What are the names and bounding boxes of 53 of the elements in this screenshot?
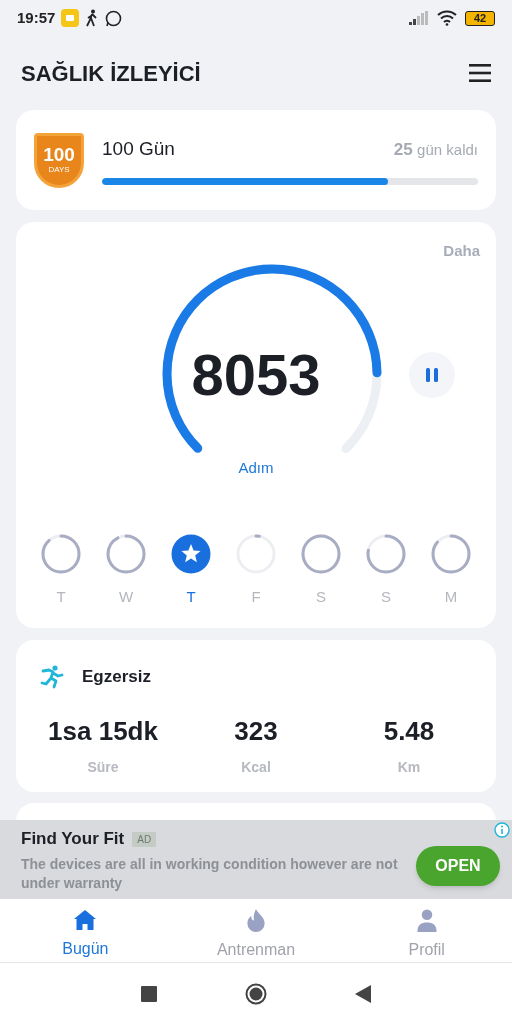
nav-tab[interactable]: Profil: [341, 899, 512, 962]
clock-time: 19:57: [17, 7, 56, 28]
challenge-card[interactable]: 100 DAYS 100 Gün 25 gün kaldı: [16, 110, 496, 210]
person-icon: [415, 909, 438, 932]
signal-icon: [409, 11, 429, 25]
pause-icon: [426, 368, 438, 382]
stat-value: 323: [234, 714, 278, 748]
recents-button[interactable]: [141, 985, 157, 1002]
ad-description: The devices are all in working condition however are not under warranty: [21, 854, 399, 893]
info-icon[interactable]: [494, 822, 510, 838]
stat-value: 1sa 15dk: [48, 714, 158, 748]
day-progress-ring[interactable]: [106, 534, 146, 574]
menu-icon[interactable]: [469, 64, 491, 82]
ad-tag: AD: [132, 831, 157, 847]
day-label: M: [444, 587, 458, 607]
day-progress-ring[interactable]: [431, 534, 471, 574]
ad-title: Find Your Fit: [21, 828, 125, 851]
nav-tab[interactable]: Antrenman: [170, 899, 342, 962]
chat-app-icon: [105, 9, 123, 27]
day-progress-ring[interactable]: [366, 534, 406, 574]
stat-value: 5.48: [383, 714, 435, 748]
exercise-title: Egzersiz: [82, 666, 151, 688]
nav-tab[interactable]: Bugün: [0, 899, 171, 962]
days-badge: 100 DAYS: [34, 132, 84, 188]
home-button[interactable]: [245, 982, 267, 1005]
day-label: T: [186, 587, 196, 607]
day-progress-ring[interactable]: [41, 534, 81, 574]
stat-label: Kcal: [241, 757, 271, 777]
app-title: SAĞLIK İZLEYİCİ: [21, 59, 201, 88]
running-person-icon: [40, 664, 64, 689]
battery-indicator: 42: [465, 10, 495, 26]
stat-label: Süre: [87, 757, 119, 777]
notification-app-icon: [61, 9, 80, 27]
day-label: S: [381, 587, 391, 607]
day-label: F: [251, 587, 261, 607]
step-count: 8053: [190, 341, 322, 409]
open-button[interactable]: OPEN: [416, 845, 500, 886]
more-link[interactable]: Daha: [443, 240, 480, 263]
flame-icon: [246, 909, 266, 932]
wifi-icon: [437, 10, 457, 26]
stat-label: Km: [397, 757, 421, 777]
steps-unit-label: Adım: [237, 458, 275, 478]
day-label: W: [118, 587, 134, 607]
home-icon: [73, 909, 98, 931]
exercise-card[interactable]: Egzersiz 1sa 15dk Süre 323 Kcal 5.48 Km: [16, 640, 496, 792]
day-label: S: [316, 587, 326, 607]
days-left-text: 25 gün kaldı: [393, 139, 478, 162]
challenge-title: 100 Gün: [102, 137, 175, 162]
day-progress-ring[interactable]: [301, 534, 341, 574]
day-label: T: [56, 587, 66, 607]
pause-button[interactable]: [409, 352, 455, 398]
ad-banner[interactable]: Find Your Fit AD The devices are all in working condition however are not under warranty OPEN: [0, 820, 512, 899]
back-button[interactable]: [355, 984, 371, 1003]
